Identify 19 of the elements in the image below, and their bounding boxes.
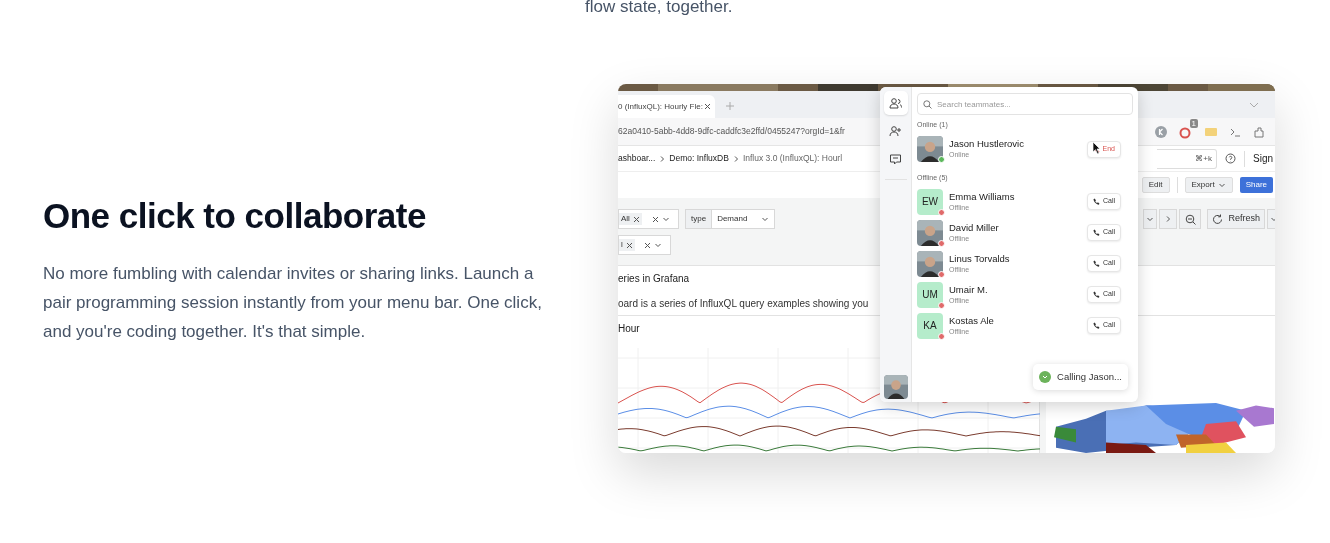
calling-toast: Calling Jason... xyxy=(1033,364,1128,390)
section-heading: One click to collaborate xyxy=(43,195,427,237)
panel-title: Hour xyxy=(618,322,640,336)
variable-label: type xyxy=(686,210,713,228)
panel-text: oard is a series of InfluxQL query examples showing you xyxy=(618,296,869,311)
section-body: No more fumbling with calendar invites or sharing links. Launch a pair programming session instantly from your menu bar. One click, and you're coding together. It's that simple. xyxy=(43,262,543,343)
member-name: Umair M. xyxy=(949,283,989,296)
initials-avatar: UM xyxy=(917,281,943,308)
member-name: Jason Hustlerovic xyxy=(949,138,1025,150)
panel-title: eries in Grafana xyxy=(618,271,690,286)
member-name: Kostas Ale xyxy=(949,314,995,327)
initials-avatar: EW xyxy=(917,188,943,215)
notification-badge: 1 xyxy=(1189,118,1198,128)
tab-title: 0 (InfluxQL): Hourly Fle: xyxy=(618,100,703,113)
member-name: Linus Torvalds xyxy=(949,252,1011,265)
paragraph-tail: flow state, together. xyxy=(585,0,733,18)
member-name: David Miller xyxy=(949,221,1000,234)
initials-avatar: KA xyxy=(917,312,943,339)
member-name: Emma Williams xyxy=(949,190,1016,203)
